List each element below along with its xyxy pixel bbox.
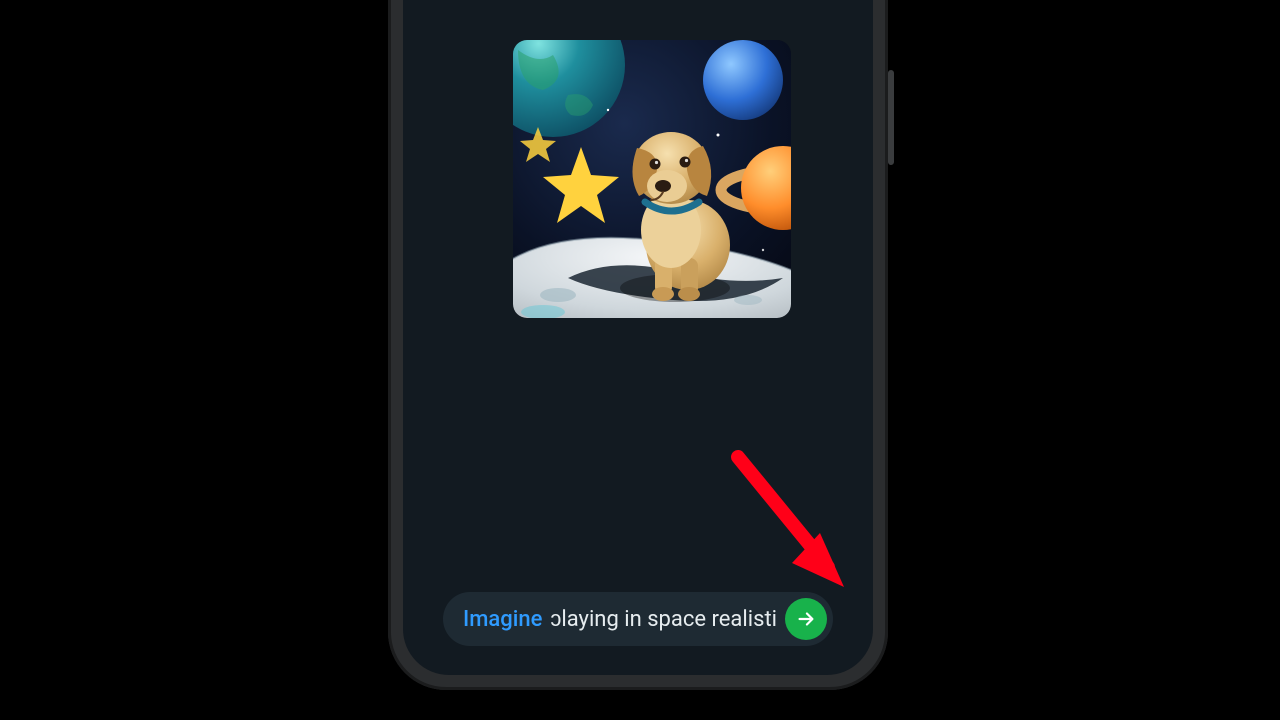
phone-side-button (888, 70, 894, 165)
phone-screen: Imagine ɔlaying in space realistic (403, 0, 873, 675)
generated-image[interactable] (513, 40, 791, 318)
generated-image-illustration (513, 40, 791, 318)
imagine-command-prefix[interactable]: Imagine (463, 607, 542, 632)
prompt-input-bar[interactable]: Imagine ɔlaying in space realistic (443, 592, 833, 646)
arrow-right-icon (795, 608, 817, 630)
prompt-input-text[interactable]: ɔlaying in space realistic (550, 606, 777, 632)
stage: Imagine ɔlaying in space realistic (0, 0, 1280, 720)
phone-frame: Imagine ɔlaying in space realistic (388, 0, 888, 690)
send-button[interactable] (785, 598, 827, 640)
